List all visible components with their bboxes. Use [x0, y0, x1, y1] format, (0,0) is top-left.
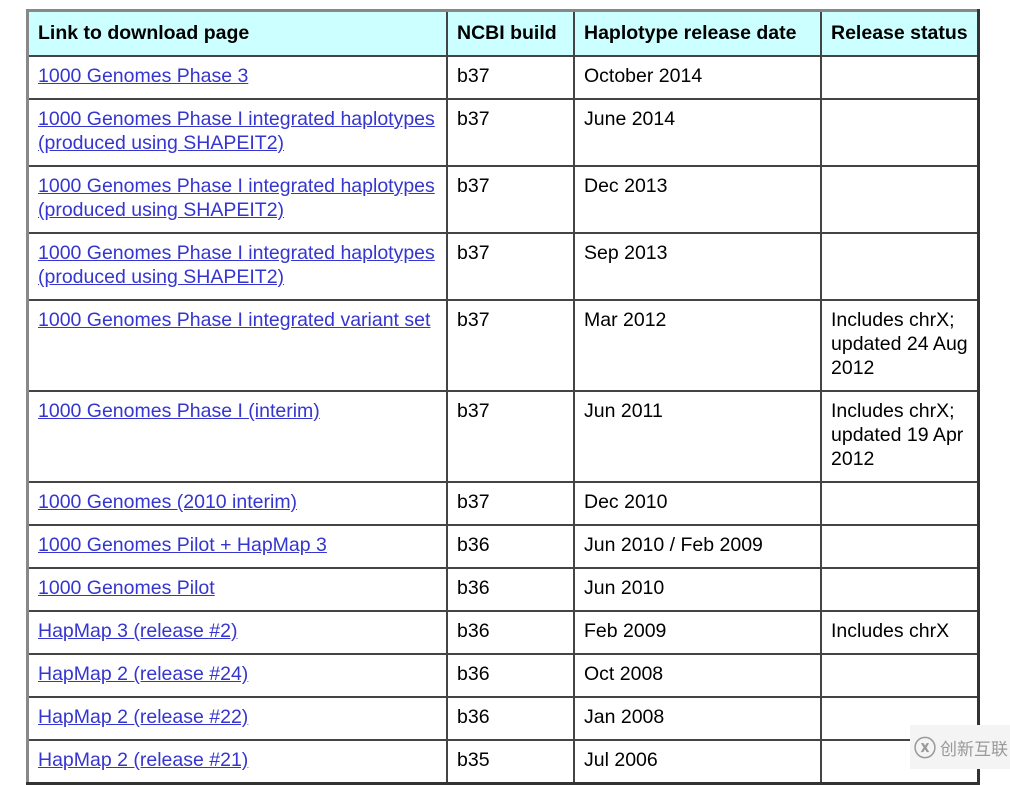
date-cell: October 2014	[573, 55, 822, 100]
status-cell	[820, 98, 980, 167]
build-cell: b37	[446, 481, 575, 526]
date-cell: Dec 2013	[573, 165, 822, 234]
build-cell: b36	[446, 610, 575, 655]
link-cell: 1000 Genomes Phase I integrated haplotyp…	[26, 165, 448, 234]
link-cell: 1000 Genomes Phase I integrated haplotyp…	[26, 98, 448, 167]
table-row: 1000 Genomes Phase I integrated haplotyp…	[26, 232, 980, 301]
cx-logo-icon: ⓧ	[914, 736, 937, 761]
download-page-link[interactable]: 1000 Genomes Phase I integrated haplotyp…	[38, 242, 435, 288]
watermark: ⓧ 创新互联	[910, 725, 1010, 769]
header-date: Haplotype release date	[573, 9, 822, 57]
download-page-link[interactable]: 1000 Genomes Phase I integrated haplotyp…	[38, 175, 435, 221]
build-cell: b36	[446, 567, 575, 612]
watermark-text: 创新互联	[940, 739, 1009, 759]
build-cell: b37	[446, 299, 575, 392]
link-cell: HapMap 3 (release #2)	[26, 610, 448, 655]
status-cell: Includes chrX	[820, 610, 980, 655]
header-row: Link to download page NCBI build Haploty…	[26, 9, 980, 57]
date-cell: Sep 2013	[573, 232, 822, 301]
download-page-link[interactable]: 1000 Genomes Phase I integrated haplotyp…	[38, 108, 435, 154]
download-page-link[interactable]: 1000 Genomes Phase 3	[38, 65, 248, 87]
download-page-link[interactable]: 1000 Genomes (2010 interim)	[38, 491, 297, 513]
download-page-link[interactable]: HapMap 2 (release #24)	[38, 663, 248, 685]
status-cell: Includes chrX; updated 19 Apr 2012	[820, 390, 980, 483]
status-cell	[820, 653, 980, 698]
date-cell: Jul 2006	[573, 739, 822, 785]
table-row: 1000 Genomes Phase I integrated variant …	[26, 299, 980, 392]
link-cell: HapMap 2 (release #24)	[26, 653, 448, 698]
date-cell: Jan 2008	[573, 696, 822, 741]
status-cell	[820, 567, 980, 612]
download-page-link[interactable]: HapMap 3 (release #2)	[38, 620, 237, 642]
date-cell: Mar 2012	[573, 299, 822, 392]
link-cell: 1000 Genomes Pilot + HapMap 3	[26, 524, 448, 569]
download-page-link[interactable]: 1000 Genomes Phase I (interim)	[38, 400, 320, 422]
link-cell: HapMap 2 (release #21)	[26, 739, 448, 785]
download-page-link[interactable]: HapMap 2 (release #21)	[38, 749, 248, 771]
haplotype-releases-table: Link to download page NCBI build Haploty…	[26, 9, 980, 785]
download-page-link[interactable]: 1000 Genomes Pilot + HapMap 3	[38, 534, 327, 556]
table-row: 1000 Genomes Phase 3 b37 October 2014	[26, 55, 980, 100]
link-cell: 1000 Genomes (2010 interim)	[26, 481, 448, 526]
download-page-link[interactable]: 1000 Genomes Pilot	[38, 577, 215, 599]
header-link: Link to download page	[26, 9, 448, 57]
build-cell: b36	[446, 696, 575, 741]
table-row: 1000 Genomes Pilot + HapMap 3 b36 Jun 20…	[26, 524, 980, 569]
status-cell	[820, 165, 980, 234]
download-page-link[interactable]: 1000 Genomes Phase I integrated variant …	[38, 309, 430, 331]
download-page-link[interactable]: HapMap 2 (release #22)	[38, 706, 248, 728]
header-build: NCBI build	[446, 9, 575, 57]
build-cell: b37	[446, 165, 575, 234]
date-cell: Jun 2011	[573, 390, 822, 483]
link-cell: 1000 Genomes Phase I integrated haplotyp…	[26, 232, 448, 301]
build-cell: b37	[446, 390, 575, 483]
build-cell: b35	[446, 739, 575, 785]
table-row: HapMap 2 (release #21) b35 Jul 2006	[26, 739, 980, 785]
build-cell: b37	[446, 232, 575, 301]
date-cell: June 2014	[573, 98, 822, 167]
date-cell: Feb 2009	[573, 610, 822, 655]
table-row: 1000 Genomes Phase I integrated haplotyp…	[26, 98, 980, 167]
table-row: HapMap 2 (release #22) b36 Jan 2008	[26, 696, 980, 741]
table-row: HapMap 3 (release #2) b36 Feb 2009 Inclu…	[26, 610, 980, 655]
table-row: HapMap 2 (release #24) b36 Oct 2008	[26, 653, 980, 698]
status-cell	[820, 55, 980, 100]
status-cell	[820, 232, 980, 301]
build-cell: b36	[446, 653, 575, 698]
link-cell: 1000 Genomes Phase I integrated variant …	[26, 299, 448, 392]
table-row: 1000 Genomes Phase I (interim) b37 Jun 2…	[26, 390, 980, 483]
status-cell	[820, 481, 980, 526]
table-row: 1000 Genomes Pilot b36 Jun 2010	[26, 567, 980, 612]
build-cell: b37	[446, 55, 575, 100]
status-cell	[820, 524, 980, 569]
date-cell: Dec 2010	[573, 481, 822, 526]
build-cell: b37	[446, 98, 575, 167]
link-cell: HapMap 2 (release #22)	[26, 696, 448, 741]
status-cell: Includes chrX; updated 24 Aug 2012	[820, 299, 980, 392]
date-cell: Jun 2010 / Feb 2009	[573, 524, 822, 569]
link-cell: 1000 Genomes Phase I (interim)	[26, 390, 448, 483]
header-status: Release status	[820, 9, 980, 57]
table-row: 1000 Genomes (2010 interim) b37 Dec 2010	[26, 481, 980, 526]
build-cell: b36	[446, 524, 575, 569]
date-cell: Jun 2010	[573, 567, 822, 612]
link-cell: 1000 Genomes Phase 3	[26, 55, 448, 100]
link-cell: 1000 Genomes Pilot	[26, 567, 448, 612]
date-cell: Oct 2008	[573, 653, 822, 698]
table-row: 1000 Genomes Phase I integrated haplotyp…	[26, 165, 980, 234]
